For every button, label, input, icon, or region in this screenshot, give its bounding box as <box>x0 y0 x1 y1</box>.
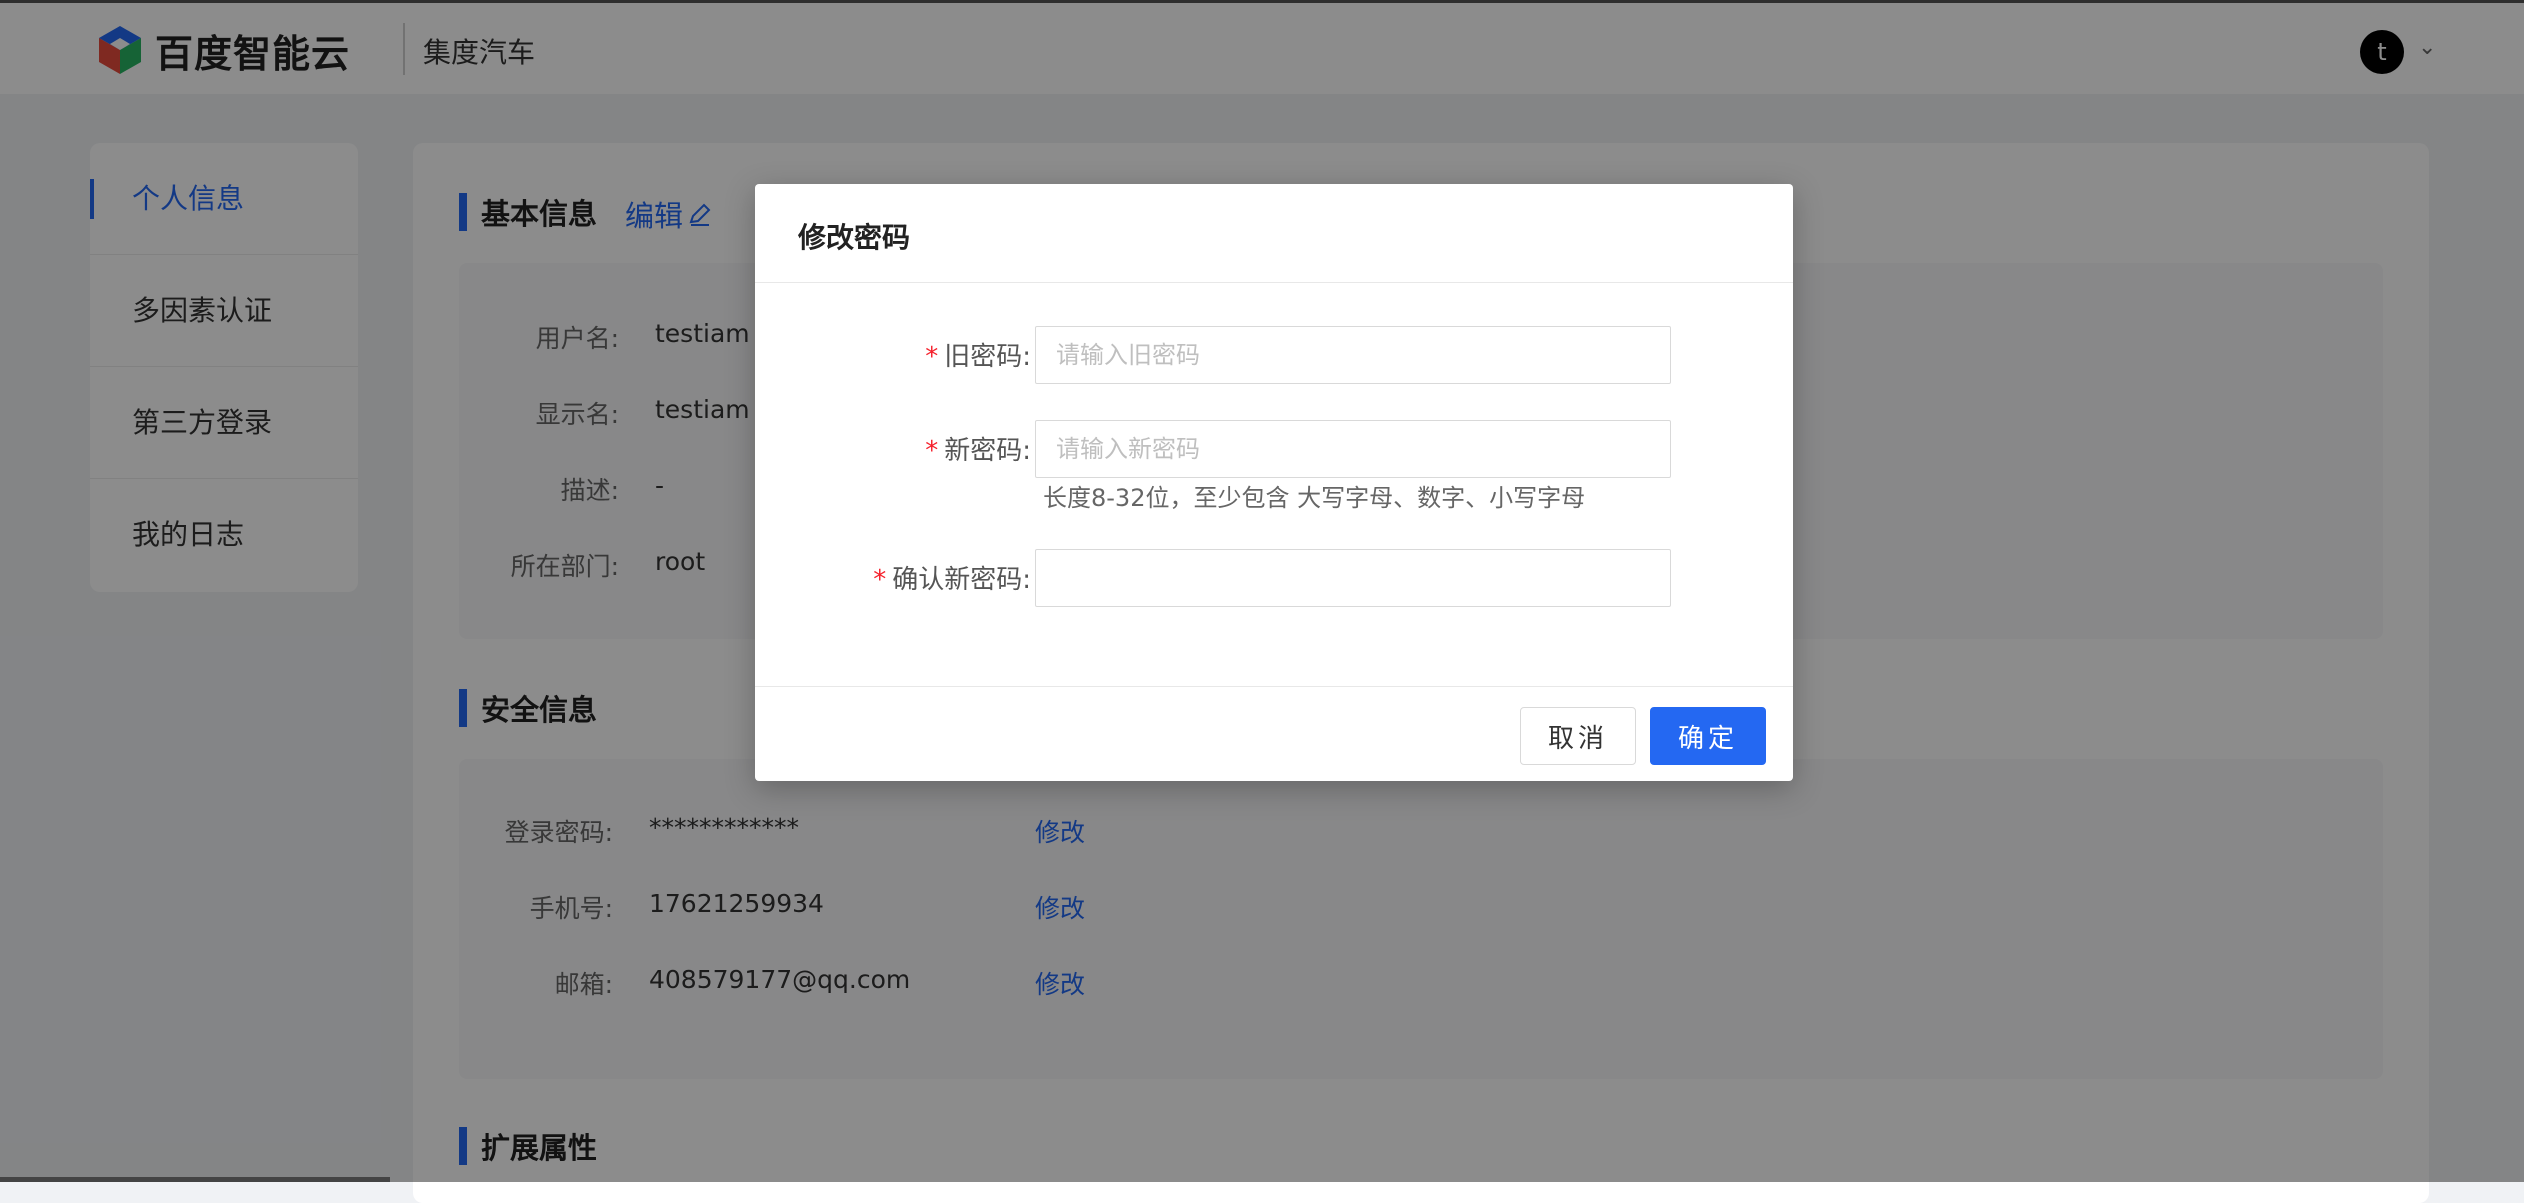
old-password-input[interactable] <box>1035 326 1671 384</box>
old-password-label: * 旧密码: <box>925 336 1031 373</box>
password-hint: 长度8-32位，至少包含 大写字母、数字、小写字母 <box>1043 484 1586 512</box>
new-password-label: * 新密码: <box>925 430 1031 467</box>
confirm-password-label-text: 确认新密码: <box>892 565 1031 595</box>
required-mark: * <box>873 565 887 595</box>
confirm-password-label: * 确认新密码: <box>873 559 1031 596</box>
cancel-button[interactable]: 取消 <box>1520 707 1636 765</box>
bottom-scroll-indicator <box>0 1177 390 1182</box>
new-password-input[interactable] <box>1035 420 1671 478</box>
change-password-dialog: 修改密码 * 旧密码: * 新密码: 长度8-32位，至少包含 大写字母、数字、小写… <box>755 184 1793 781</box>
dialog-divider-top <box>755 282 1793 283</box>
new-password-label-text: 新密码: <box>944 436 1031 466</box>
old-password-label-text: 旧密码: <box>944 342 1031 372</box>
confirm-button[interactable]: 确定 <box>1650 707 1766 765</box>
dialog-divider-bottom <box>755 686 1793 687</box>
required-mark: * <box>925 436 939 466</box>
required-mark: * <box>925 342 939 372</box>
dialog-title: 修改密码 <box>798 221 911 254</box>
confirm-password-input[interactable] <box>1035 549 1671 607</box>
